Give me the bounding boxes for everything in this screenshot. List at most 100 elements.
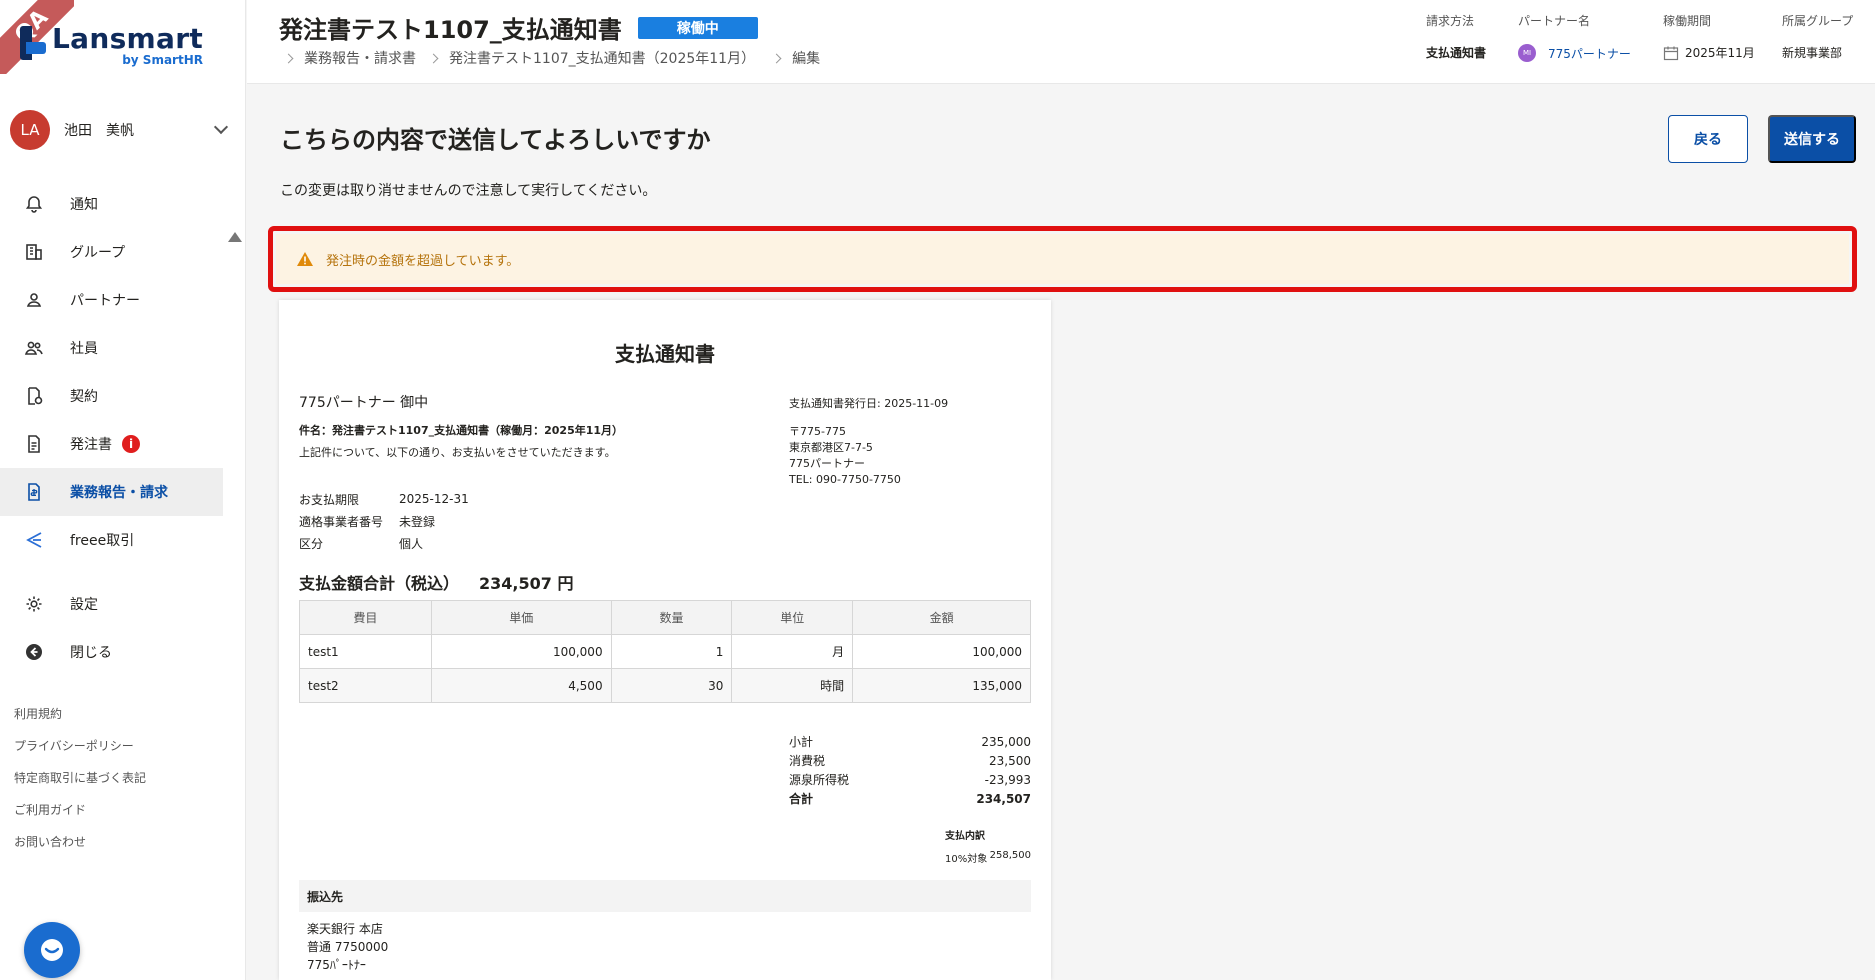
collapse-icon	[24, 642, 44, 662]
app-logo[interactable]: Lansmart by SmartHR	[20, 22, 203, 67]
column-header: 数量	[610, 600, 733, 635]
user-menu[interactable]: LA 池田 美帆	[10, 110, 234, 150]
link-terms[interactable]: 利用規約	[14, 698, 146, 730]
bell-icon	[24, 194, 44, 214]
confirm-subtitle: この変更は取り消せませんので注意して実行してください。	[280, 183, 657, 199]
cell-item: test2	[299, 668, 432, 703]
info-value: 2025-12-31	[399, 492, 469, 506]
page-header: 発注書テスト1107_支払通知書 稼働中 業務報告・請求書 発注書テスト1107…	[247, 0, 1875, 84]
gear-icon	[24, 594, 44, 614]
meta-value: 2025年11月	[1685, 46, 1755, 60]
confirm-title: こちらの内容で送信してよろしいですか	[280, 126, 711, 154]
sidebar-item-freee[interactable]: freee取引	[0, 516, 223, 564]
contract-icon	[24, 386, 44, 406]
bank-line: 普通 7750000	[307, 940, 389, 954]
info-value: 未登録	[399, 514, 436, 529]
column-header: 費目	[299, 600, 432, 635]
meta-label: パートナー名	[1518, 14, 1591, 28]
sum-row: 合計 234,507	[789, 789, 1031, 808]
payment-notice-document: 支払通知書 775パートナー 御中 件名：発注書テスト1107_支払通知書（稼働…	[279, 300, 1051, 980]
cell-quantity: 1	[610, 634, 733, 669]
bank-line: 775ﾊﾟｰﾄﾅｰ	[307, 958, 366, 972]
sum-row: 消費税 23,500	[789, 751, 1031, 770]
info-row: お支払期限 2025-12-31	[299, 488, 623, 510]
bank-line: 楽天銀行 本店	[307, 922, 383, 936]
back-button[interactable]: 戻る	[1668, 115, 1748, 163]
breadcrumb-item-report[interactable]: 発注書テスト1107_支払通知書（2025年11月）	[449, 48, 755, 68]
breadcrumb-separator-icon	[771, 53, 782, 63]
sidebar: QA Lansmart by SmartHR LA 池田 美帆 通知 グループ …	[0, 0, 246, 980]
items-table: 費目 単価 数量 単位 金額 test1 100,000 1 月 100,000…	[299, 600, 1031, 703]
info-value: 個人	[399, 536, 424, 551]
calendar-icon	[1663, 46, 1679, 60]
link-guide[interactable]: ご利用ガイド	[14, 794, 146, 826]
total-label: 支払金額合計（税込）	[299, 574, 460, 593]
sum-row: 小計 235,000	[789, 732, 1031, 751]
link-privacy[interactable]: プライバシーポリシー	[14, 730, 146, 762]
link-commerce-law[interactable]: 特定商取引に基づく表記	[14, 762, 146, 794]
sidebar-item-partners[interactable]: パートナー	[0, 276, 223, 324]
page-title: 発注書テスト1107_支払通知書	[279, 16, 622, 44]
breadcrumb-item-edit: 編集	[792, 51, 821, 67]
sidebar-item-notifications[interactable]: 通知	[0, 180, 223, 228]
person-icon	[24, 290, 44, 310]
sidebar-item-collapse[interactable]: 閉じる	[0, 628, 223, 676]
people-icon	[24, 338, 44, 358]
meta-period: 稼働期間 2025年11月	[1663, 12, 1755, 61]
document-recipient-block: 775パートナー 御中 件名：発注書テスト1107_支払通知書（稼働月：2025…	[299, 392, 623, 554]
sums-block: 小計 235,000 消費税 23,500 源泉所得税 -23,993 合計 234,5…	[789, 732, 1031, 808]
meta-label: 請求方法	[1426, 14, 1475, 28]
sidebar-item-groups[interactable]: グループ	[0, 228, 223, 276]
table-row: test1 100,000 1 月 100,000	[299, 634, 1031, 669]
sidebar-item-reports-invoices[interactable]: 業務報告・請求	[0, 468, 223, 516]
breadcrumb-item-reports[interactable]: 業務報告・請求書	[304, 48, 416, 68]
issue-date: 支払通知書発行日: 2025-11-09	[789, 397, 949, 410]
scroll-up-arrow-icon[interactable]	[228, 232, 242, 242]
logo-name: Lansmart	[52, 22, 203, 55]
partner-link[interactable]: MI 775パートナー	[1518, 44, 1631, 62]
send-button[interactable]: 送信する	[1768, 115, 1856, 163]
sum-label: 小計	[789, 735, 814, 749]
sidebar-item-label: 社員	[70, 341, 98, 357]
footer-links: 利用規約 プライバシーポリシー 特定商取引に基づく表記 ご利用ガイド お問い合わ…	[14, 698, 146, 858]
sum-value: -23,993	[984, 772, 1031, 787]
cell-amount: 100,000	[852, 634, 1031, 669]
address-line: 〒775-775	[789, 425, 846, 438]
sum-value: 23,500	[989, 753, 1031, 768]
sidebar-item-label: 設定	[70, 597, 98, 613]
cell-unit: 時間	[731, 668, 854, 703]
warning-icon	[297, 252, 313, 266]
warning-alert: 発注時の金額を超過しています。	[276, 234, 1849, 284]
meta-value: 775パートナー	[1548, 46, 1631, 61]
meta-label: 所属グループ	[1782, 14, 1854, 28]
sum-value: 234,507	[976, 791, 1031, 806]
sidebar-item-contracts[interactable]: 契約	[0, 372, 223, 420]
building-icon	[24, 242, 44, 262]
total-line: 支払金額合計（税込） 234,507 円	[299, 570, 573, 594]
sidebar-item-purchase-orders[interactable]: 発注書 i	[0, 420, 223, 468]
link-contact[interactable]: お問い合わせ	[14, 826, 146, 858]
sidebar-item-settings[interactable]: 設定	[0, 580, 223, 628]
table-row: test2 4,500 30 時間 135,000	[299, 668, 1031, 703]
sidebar-item-employees[interactable]: 社員	[0, 324, 223, 372]
info-badge-icon: i	[122, 435, 140, 453]
breakdown-value: 258,500	[989, 850, 1031, 861]
logo-mark-icon	[20, 26, 46, 60]
intro-text: 上記件について、以下の通り、お支払いをさせていただきます。	[299, 446, 616, 459]
address-line: 東京都港区7-7-5	[789, 441, 873, 454]
meta-billing-method: 請求方法 支払通知書	[1426, 12, 1486, 61]
meta-label: 稼働期間	[1663, 14, 1712, 28]
chevron-down-icon	[213, 119, 229, 135]
chat-support-button[interactable]	[24, 922, 80, 978]
cell-unit-price: 4,500	[430, 668, 612, 703]
info-table: お支払期限 2025-12-31 適格事業者番号 未登録 区分 個人	[299, 488, 623, 554]
meta-group: 所属グループ 新規事業部	[1782, 12, 1853, 61]
sidebar-item-label: 契約	[70, 389, 98, 405]
breadcrumb-separator-icon	[283, 53, 294, 63]
info-key: 区分	[299, 536, 324, 551]
breadcrumb-separator-icon	[428, 53, 439, 63]
address-line: TEL: 090-7750-7750	[789, 473, 901, 486]
logo-by: by SmartHR	[122, 53, 203, 67]
chat-bubble-icon	[41, 939, 63, 961]
